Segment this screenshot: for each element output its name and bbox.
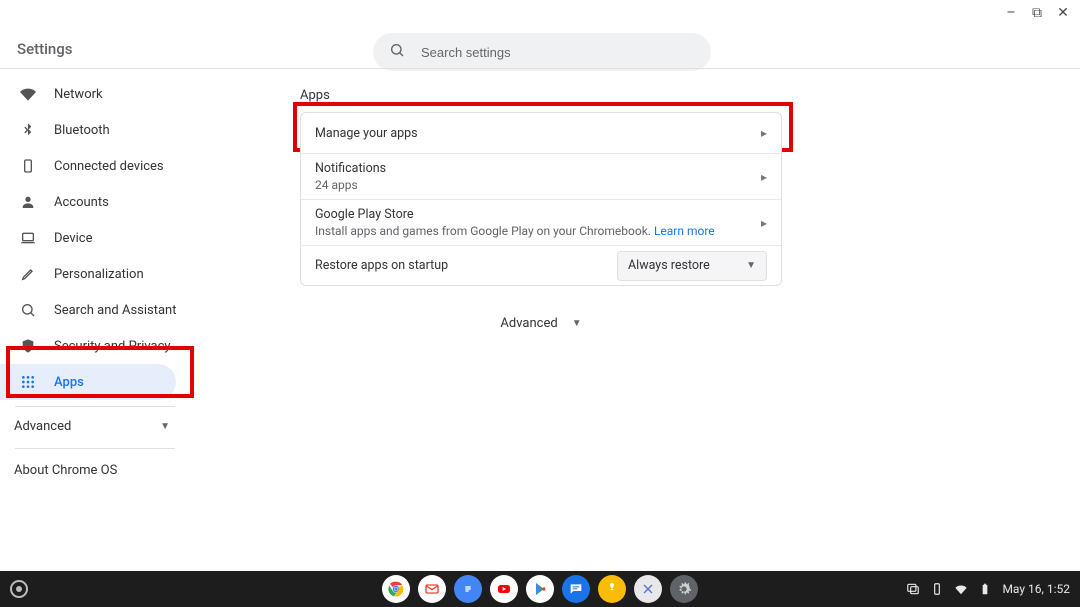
sidebar-item-personalization[interactable]: Personalization xyxy=(0,256,190,292)
battery-icon[interactable] xyxy=(978,582,992,596)
row-title: Google Play Store xyxy=(315,207,715,222)
clock-text[interactable]: May 16, 1:52 xyxy=(1002,582,1070,596)
sidebar-advanced-label: Advanced xyxy=(14,419,71,434)
sidebar-divider xyxy=(15,406,175,407)
app-docs-icon[interactable] xyxy=(454,575,482,603)
row-google-play-store[interactable]: Google Play Store Install apps and games… xyxy=(301,199,781,245)
sidebar-item-connected-devices[interactable]: Connected devices xyxy=(0,148,190,184)
app-settings-icon[interactable] xyxy=(670,575,698,603)
system-tray[interactable]: May 16, 1:52 xyxy=(906,582,1070,596)
sidebar: Network Bluetooth Connected devices Acco… xyxy=(0,76,190,486)
close-button[interactable]: ✕ xyxy=(1056,6,1070,20)
app-play-store-icon[interactable] xyxy=(526,575,554,603)
app-keep-icon[interactable] xyxy=(598,575,626,603)
overview-icon[interactable] xyxy=(906,582,920,596)
shelf-apps xyxy=(382,575,698,603)
advanced-toggle[interactable]: Advanced ▼ xyxy=(300,316,782,331)
row-notifications[interactable]: Notifications 24 apps ▸ xyxy=(301,153,781,199)
shield-icon xyxy=(20,338,36,354)
phone-hub-icon[interactable] xyxy=(930,582,944,596)
chevron-right-icon: ▸ xyxy=(761,170,767,184)
sidebar-item-accounts[interactable]: Accounts xyxy=(0,184,190,220)
search-input[interactable] xyxy=(421,45,681,60)
launcher-button[interactable] xyxy=(10,580,28,598)
wifi-icon xyxy=(20,86,36,102)
laptop-icon xyxy=(20,230,36,246)
sidebar-item-label: Connected devices xyxy=(54,159,164,174)
sidebar-item-label: Security and Privacy xyxy=(54,339,171,354)
search-input-wrap[interactable] xyxy=(373,33,711,71)
shelf: May 16, 1:52 xyxy=(0,571,1080,607)
sidebar-divider xyxy=(15,448,175,449)
app-gmail-icon[interactable] xyxy=(418,575,446,603)
row-manage-your-apps[interactable]: Manage your apps ▸ xyxy=(301,113,781,153)
edit-icon xyxy=(20,266,36,282)
sidebar-item-label: Device xyxy=(54,231,93,246)
sidebar-item-about[interactable]: About Chrome OS xyxy=(0,453,190,486)
sidebar-item-label: Accounts xyxy=(54,195,109,210)
app-youtube-icon[interactable] xyxy=(490,575,518,603)
wifi-tray-icon[interactable] xyxy=(954,582,968,596)
sidebar-item-label: Personalization xyxy=(54,267,144,282)
sidebar-item-label: Bluetooth xyxy=(54,123,110,138)
section-title: Apps xyxy=(300,88,330,103)
row-restore-apps: Restore apps on startup Always restore ▼ xyxy=(301,245,781,285)
header-divider xyxy=(0,68,1080,69)
row-subtitle: Install apps and games from Google Play … xyxy=(315,224,715,238)
maximize-button[interactable]: ⧉ xyxy=(1030,6,1044,20)
search-icon xyxy=(20,302,36,318)
chevron-down-icon: ▼ xyxy=(160,421,170,432)
sidebar-item-security-privacy[interactable]: Security and Privacy xyxy=(0,328,190,364)
app-tools-icon[interactable] xyxy=(634,575,662,603)
advanced-toggle-label: Advanced xyxy=(500,316,557,331)
row-title: Manage your apps xyxy=(315,126,418,141)
sidebar-item-search-assistant[interactable]: Search and Assistant xyxy=(0,292,190,328)
row-subtitle: 24 apps xyxy=(315,178,386,192)
sidebar-item-device[interactable]: Device xyxy=(0,220,190,256)
chevron-right-icon: ▸ xyxy=(761,126,767,140)
learn-more-link[interactable]: Learn more xyxy=(654,224,715,238)
sidebar-item-label: Network xyxy=(54,87,103,102)
row-title: Restore apps on startup xyxy=(315,258,448,273)
sidebar-item-bluetooth[interactable]: Bluetooth xyxy=(0,112,190,148)
sidebar-item-label: Search and Assistant xyxy=(54,303,177,318)
sidebar-item-network[interactable]: Network xyxy=(0,76,190,112)
bluetooth-icon xyxy=(20,122,36,138)
app-chrome-icon[interactable] xyxy=(382,575,410,603)
chevron-right-icon: ▸ xyxy=(761,216,767,230)
sidebar-advanced-toggle[interactable]: Advanced ▼ xyxy=(0,411,190,442)
chevron-down-icon: ▼ xyxy=(572,318,582,329)
row-title: Notifications xyxy=(315,161,386,176)
minimize-button[interactable]: – xyxy=(1004,6,1018,20)
person-icon xyxy=(20,194,36,210)
apps-settings-card: Manage your apps ▸ Notifications 24 apps… xyxy=(300,112,782,286)
page-title: Settings xyxy=(17,40,73,58)
search-icon xyxy=(389,42,405,62)
restore-apps-dropdown[interactable]: Always restore ▼ xyxy=(617,251,767,281)
apps-grid-icon xyxy=(20,374,36,390)
chevron-down-icon: ▼ xyxy=(746,260,756,271)
app-messages-icon[interactable] xyxy=(562,575,590,603)
phone-icon xyxy=(20,158,36,174)
dropdown-selected: Always restore xyxy=(628,258,710,273)
sidebar-item-apps[interactable]: Apps xyxy=(0,364,176,400)
row-subtitle-text: Install apps and games from Google Play … xyxy=(315,224,654,238)
sidebar-item-label: Apps xyxy=(54,375,84,390)
